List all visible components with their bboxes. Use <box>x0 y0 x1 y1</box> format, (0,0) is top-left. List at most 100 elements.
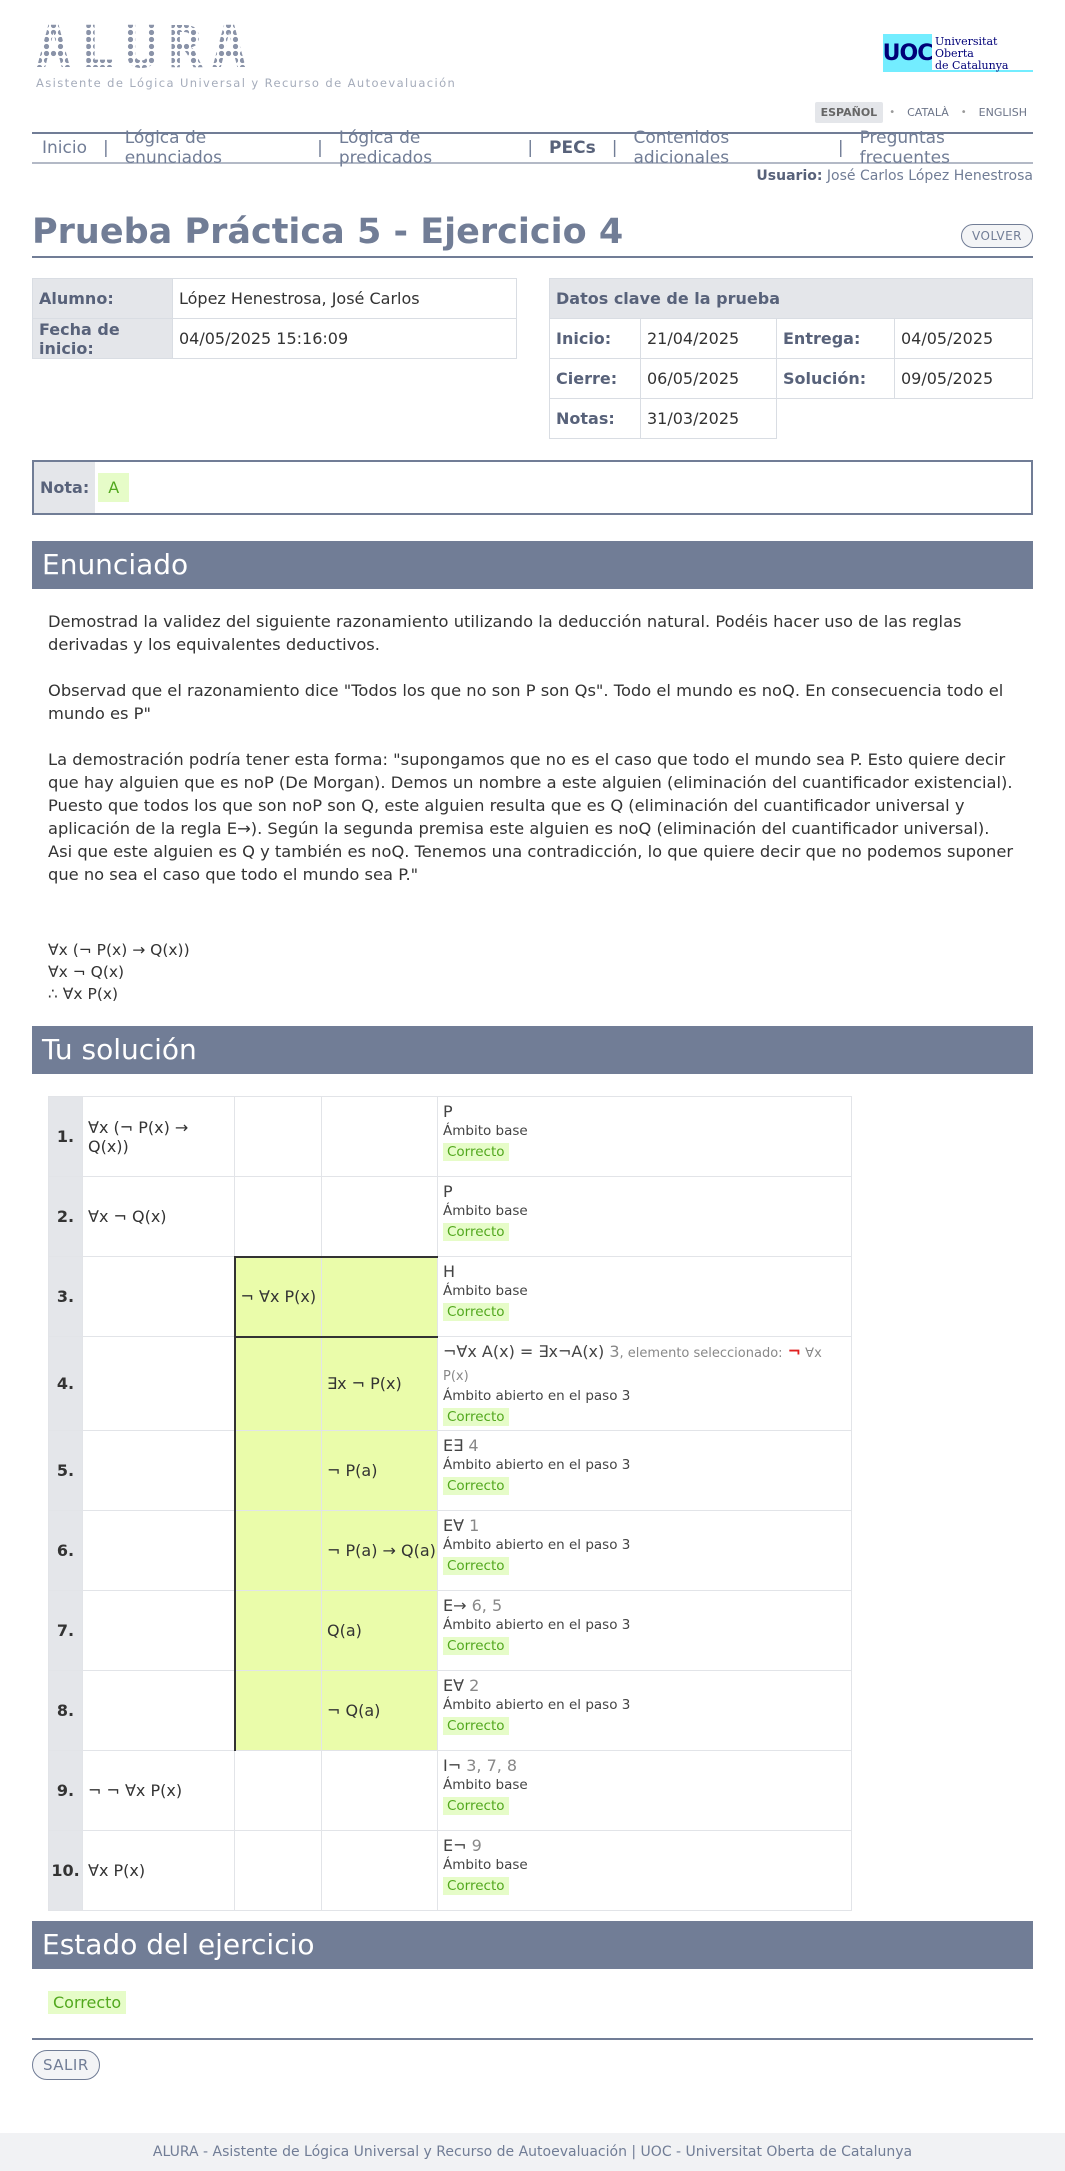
rule-name: I¬ <box>443 1756 462 1775</box>
nav-logica-predicados[interactable]: Lógica de predicados <box>339 128 511 168</box>
back-button[interactable]: VOLVER <box>961 224 1033 248</box>
nav-contenidos-adicionales[interactable]: Contenidos adicionales <box>633 128 821 168</box>
step-rule: E¬ 9 <box>443 1835 846 1856</box>
step-formula: ¬ Q(a) <box>321 1670 438 1751</box>
solution-table: 1. ∀x (¬ P(x) → Q(x)) P Ámbito base Corr… <box>48 1096 852 1911</box>
main-nav: Inicio | Lógica de enunciados | Lógica d… <box>32 128 1033 168</box>
solution-heading: Tu solución <box>32 1026 1033 1074</box>
exit-button[interactable]: SALIR <box>32 2050 100 2080</box>
rule-name: P <box>443 1182 453 1201</box>
alura-logo[interactable]: ALURA Asistente de Lógica Universal y Re… <box>36 18 457 90</box>
rule-ref: 3 <box>609 1342 620 1361</box>
enunciado-heading: Enunciado <box>32 541 1033 589</box>
status-badge: Correcto <box>443 1303 509 1321</box>
status-badge: Correcto <box>443 1477 509 1495</box>
logo-subtitle: Asistente de Lógica Universal y Recurso … <box>36 76 457 90</box>
nav-preguntas-frecuentes[interactable]: Preguntas frecuentes <box>860 128 1033 168</box>
table-row: 2. ∀x ¬ Q(x) P Ámbito base Correcto <box>48 1176 852 1257</box>
nav-separator: | <box>527 138 534 158</box>
rule-name: E¬ <box>443 1836 467 1855</box>
step-scope: Ámbito abierto en el paso 3 <box>443 1537 631 1553</box>
step-rule: P <box>443 1101 846 1122</box>
step-formula: ¬ P(a) → Q(a) <box>321 1510 438 1591</box>
grade-value: A <box>98 473 130 502</box>
uoc-name: Universitat Oberta de Catalunya <box>932 34 1033 72</box>
rule-name: ¬∀x A(x) = ∃x¬A(x) <box>443 1342 605 1361</box>
nav-logica-enunciados[interactable]: Lógica de enunciados <box>125 128 301 168</box>
step-formula: ¬ P(a) <box>321 1430 438 1511</box>
step-formula: ∃x ¬ P(x) <box>321 1335 438 1431</box>
step-scope: Ámbito base <box>443 1777 528 1793</box>
uoc-logo[interactable]: UOC Universitat Oberta de Catalunya <box>883 34 1033 72</box>
scope-cell <box>321 1750 438 1831</box>
estado-badge: Correcto <box>48 1991 127 2014</box>
scope-cell <box>234 1750 322 1831</box>
cierre-label: Cierre: <box>549 358 641 399</box>
scope-cell <box>321 1255 438 1337</box>
step-rule: P <box>443 1181 846 1202</box>
status-badge: Correcto <box>443 1557 509 1575</box>
cierre-value: 06/05/2025 <box>640 358 777 399</box>
solucion-label: Solución: <box>776 358 895 399</box>
nav-pecs[interactable]: PECs <box>549 138 596 158</box>
step-rule: H <box>443 1261 846 1282</box>
lang-english[interactable]: ENGLISH <box>973 102 1033 123</box>
step-justification: ¬∀x A(x) = ∃x¬A(x) 3, elemento seleccion… <box>437 1336 852 1431</box>
scope-cell <box>82 1670 235 1751</box>
step-justification: I¬ 3, 7, 8 Ámbito base Correcto <box>437 1750 852 1831</box>
table-row: 3. ¬ ∀x P(x) H Ámbito base Correcto <box>48 1255 852 1337</box>
scope-cell <box>234 1830 322 1911</box>
step-scope: Ámbito abierto en el paso 3 <box>443 1617 631 1633</box>
step-number: 5. <box>48 1430 83 1511</box>
step-justification: E∃ 4 Ámbito abierto en el paso 3 Correct… <box>437 1430 852 1511</box>
status-badge: Correcto <box>443 1143 509 1161</box>
table-row: 10. ∀x P(x) E¬ 9 Ámbito base Correcto <box>48 1830 852 1911</box>
enunciado-p2: Observad que el razonamiento dice "Todos… <box>48 681 1004 723</box>
selected-element-label: , elemento seleccionado: <box>619 1346 783 1361</box>
step-formula: Q(a) <box>321 1590 438 1671</box>
rule-name: E∀ <box>443 1676 465 1695</box>
lang-separator: • <box>889 107 896 118</box>
scope-cell <box>233 1590 322 1671</box>
user-name: José Carlos López Henestrosa <box>826 168 1033 184</box>
alumno-value: López Henestrosa, José Carlos <box>172 278 517 319</box>
scope-cell <box>82 1336 235 1431</box>
scope-cell <box>82 1590 235 1671</box>
page-title: Prueba Práctica 5 - Ejercicio 4 <box>32 212 624 252</box>
inicio-label: Inicio: <box>549 318 641 359</box>
step-rule: E∀ 1 <box>443 1515 846 1536</box>
scope-cell <box>82 1510 235 1591</box>
step-justification: E→ 6, 5 Ámbito abierto en el paso 3 Corr… <box>437 1590 852 1671</box>
step-justification: P Ámbito base Correcto <box>437 1096 852 1177</box>
lang-espanol[interactable]: ESPAÑOL <box>814 102 884 123</box>
nav-inicio[interactable]: Inicio <box>42 138 87 158</box>
table-row: Alumno: López Henestrosa, José Carlos <box>32 278 517 319</box>
step-justification: E¬ 9 Ámbito base Correcto <box>437 1830 852 1911</box>
step-rule: I¬ 3, 7, 8 <box>443 1755 846 1776</box>
nav-separator: | <box>317 138 323 158</box>
rule-name: E∃ <box>443 1436 464 1455</box>
student-info-table: Alumno: López Henestrosa, José Carlos Fe… <box>32 278 517 359</box>
rule-ref: 6, 5 <box>471 1596 503 1615</box>
step-number: 4. <box>48 1336 83 1431</box>
scope-cell <box>321 1096 438 1177</box>
table-row: 7. Q(a) E→ 6, 5 Ámbito abierto en el pas… <box>48 1590 852 1671</box>
step-formula: ∀x ¬ Q(x) <box>82 1176 235 1257</box>
lang-catala[interactable]: CATALÀ <box>901 102 955 123</box>
step-rule: E∀ 2 <box>443 1675 846 1696</box>
step-rule: E→ 6, 5 <box>443 1595 846 1616</box>
step-number: 9. <box>48 1750 83 1831</box>
notas-value: 31/03/2025 <box>640 398 777 439</box>
rule-ref: 4 <box>468 1436 479 1455</box>
rule-ref: 2 <box>469 1676 480 1695</box>
table-row: 4. ∃x ¬ P(x) ¬∀x A(x) = ∃x¬A(x) 3, eleme… <box>48 1335 852 1431</box>
step-rule: ¬∀x A(x) = ∃x¬A(x) 3, elemento seleccion… <box>443 1341 846 1387</box>
divider <box>32 2038 1033 2040</box>
rule-name: P <box>443 1102 453 1121</box>
status-badge: Correcto <box>443 1637 509 1655</box>
step-number: 1. <box>48 1096 83 1177</box>
rule-ref: 9 <box>471 1836 482 1855</box>
uoc-mark: UOC <box>883 34 933 72</box>
step-formula: ∀x P(x) <box>82 1830 235 1911</box>
